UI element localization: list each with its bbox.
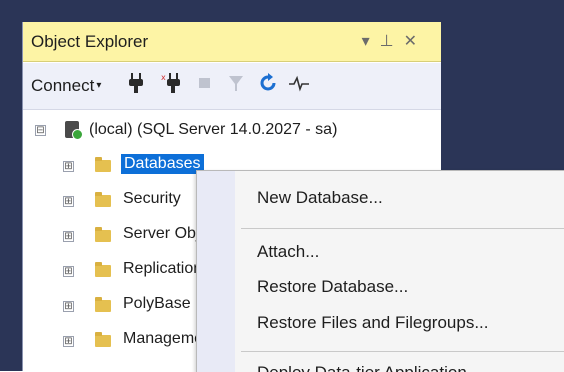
node-label-databases: Databases [121,154,204,174]
expand-icon[interactable]: ⊞ [63,161,74,172]
connect-plug-icon[interactable] [129,73,143,98]
menu-item-attach[interactable]: Attach... [257,242,319,262]
activity-monitor-icon[interactable] [289,73,309,98]
chevron-down-icon: ▾ [96,80,102,91]
folder-icon [95,227,111,242]
folder-icon [95,297,111,312]
folder-icon [95,157,111,172]
collapse-icon[interactable]: ⊟ [35,125,46,136]
object-explorer-title-bar: Object Explorer ▾⊥✕ [23,22,441,62]
expand-icon[interactable]: ⊞ [63,231,74,242]
server-icon [65,121,83,140]
window-background-left [0,0,22,371]
databases-context-menu: New Database... Attach... Restore Databa… [196,170,564,372]
window-background-right [440,0,564,170]
tree-server-node[interactable]: ⊟ (local) (SQL Server 14.0.2027 - sa) [23,116,441,146]
auto-hide-pin-icon[interactable]: ⊥ [380,33,404,50]
menu-separator [241,351,564,352]
folder-icon [95,332,111,347]
menu-item-restore-database[interactable]: Restore Database... [257,277,408,297]
expand-icon[interactable]: ⊞ [63,196,74,207]
title-controls: ▾⊥✕ [362,31,427,51]
menu-item-restore-files-filegroups[interactable]: Restore Files and Filegroups... [257,313,489,333]
close-icon[interactable]: ✕ [404,33,427,50]
stop-icon[interactable] [199,73,211,98]
expand-icon[interactable]: ⊞ [63,266,74,277]
application-window: Object Explorer ▾⊥✕ Connect ▾ x ⊟ (local… [0,0,564,372]
server-label: (local) (SQL Server 14.0.2027 - sa) [89,121,338,138]
disconnect-plug-icon[interactable]: x [161,73,181,98]
expand-icon[interactable]: ⊞ [63,301,74,312]
window-position-dropdown-icon[interactable]: ▾ [362,33,380,50]
menu-icon-gutter [197,171,235,372]
node-label-security: Security [123,190,181,207]
node-label-replication: Replication [123,260,203,277]
node-label-polybase: PolyBase [123,295,191,312]
svg-text:x: x [161,73,166,82]
expand-icon[interactable]: ⊞ [63,336,74,347]
connect-label: Connect [31,76,95,95]
object-explorer-toolbar: Connect ▾ x [23,63,441,110]
panel-title: Object Explorer [31,32,149,51]
filter-icon[interactable] [229,73,243,98]
connect-button[interactable]: Connect ▾ [31,76,101,96]
folder-icon [95,192,111,207]
menu-separator [241,228,564,229]
menu-item-new-database[interactable]: New Database... [257,188,383,208]
refresh-icon[interactable] [259,73,277,98]
folder-icon [95,262,111,277]
